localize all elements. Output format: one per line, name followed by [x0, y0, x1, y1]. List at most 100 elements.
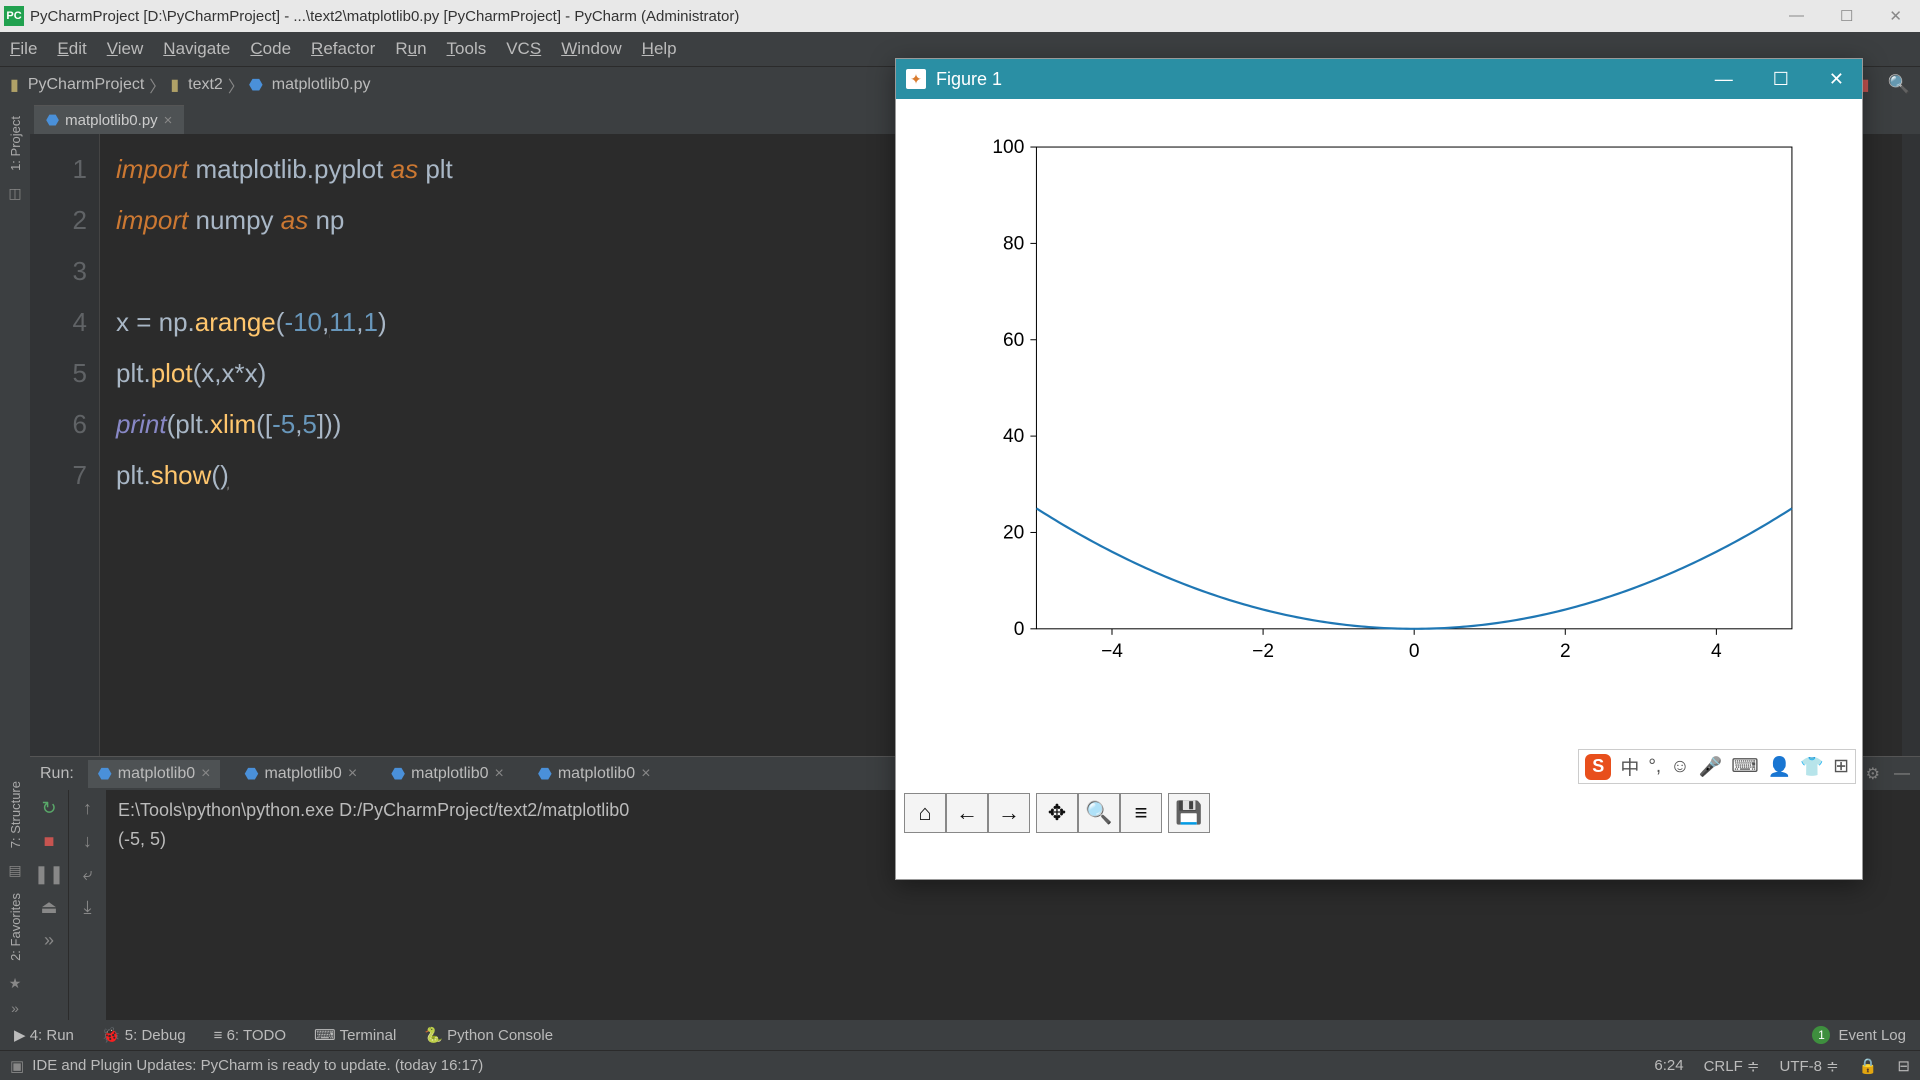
svg-text:60: 60	[1003, 330, 1024, 351]
window-titlebar: PC PyCharmProject [D:\PyCharmProject] - …	[0, 0, 1920, 32]
svg-text:40: 40	[1003, 426, 1024, 447]
figure-title: Figure 1	[936, 69, 1705, 90]
status-caret-pos: 6:24	[1654, 1057, 1683, 1074]
run-tab[interactable]: ⬣matplotlib0×	[381, 760, 514, 788]
toolwindow-icon[interactable]: ◫	[8, 185, 21, 202]
status-readonly-icon[interactable]: 🔒	[1859, 1057, 1878, 1075]
menu-window[interactable]: Window	[561, 39, 621, 59]
status-memory-icon[interactable]: ⊟	[1897, 1057, 1910, 1075]
figure-body: 020406080100−4−2024 S 中 °, ☺ 🎤 ⌨ 👤 👕 ⊞ ⌂…	[896, 99, 1862, 839]
svg-text:20: 20	[1003, 523, 1024, 544]
left-tool-strip: 1: Project ◫ 7: Structure ▤ 2: Favorites…	[0, 102, 30, 1020]
run-label: Run:	[40, 765, 74, 783]
ime-voice-icon[interactable]: 🎤	[1699, 755, 1723, 779]
editor-tab[interactable]: ⬣ matplotlib0.py ×	[34, 105, 184, 134]
svg-text:−4: −4	[1101, 641, 1123, 662]
mpl-back-icon[interactable]: ←	[946, 793, 988, 833]
ime-emoji-icon[interactable]: ☺	[1670, 756, 1689, 778]
ime-user-icon[interactable]: 👤	[1768, 755, 1792, 779]
toolwindow-structure[interactable]: 7: Structure	[8, 781, 23, 848]
status-lineend[interactable]: CRLF ≑	[1704, 1057, 1760, 1075]
toolwindow-terminal[interactable]: ⌨ Terminal	[314, 1026, 396, 1044]
toolwindow-run[interactable]: ▶ 4: Run	[14, 1026, 74, 1044]
menu-edit[interactable]: Edit	[57, 39, 86, 59]
svg-text:0: 0	[1409, 641, 1420, 662]
ime-punct-icon[interactable]: °,	[1648, 756, 1661, 778]
toolwindow-todo[interactable]: ≡ 6: TODO	[214, 1027, 286, 1044]
toolwindow-favorites[interactable]: 2: Favorites	[8, 893, 23, 961]
editor-right-gutter	[1902, 134, 1920, 756]
menu-run[interactable]: Run	[395, 39, 426, 59]
run-tab[interactable]: ⬣matplotlib0×	[88, 760, 221, 788]
statusbar-message: IDE and Plugin Updates: PyCharm is ready…	[32, 1057, 483, 1074]
svg-text:100: 100	[992, 137, 1024, 158]
stop-icon[interactable]: ■	[44, 831, 55, 852]
mpl-zoom-icon[interactable]: 🔍	[1078, 793, 1120, 833]
favorites-icon[interactable]: ★	[9, 975, 22, 992]
rerun-icon[interactable]: ↻	[41, 798, 56, 819]
close-icon[interactable]: ✕	[1889, 7, 1902, 25]
structure-icon[interactable]: ▤	[8, 862, 21, 879]
mpl-home-icon[interactable]: ⌂	[904, 793, 946, 833]
ime-toolbar[interactable]: S 中 °, ☺ 🎤 ⌨ 👤 👕 ⊞	[1578, 749, 1856, 784]
ime-skin-icon[interactable]: 👕	[1800, 755, 1824, 779]
menu-help[interactable]: Help	[642, 39, 677, 59]
expand-icon[interactable]: »	[44, 930, 54, 951]
breadcrumb-project[interactable]: PyCharmProject	[28, 76, 144, 94]
menu-refactor[interactable]: Refactor	[311, 39, 375, 59]
status-encoding[interactable]: UTF-8 ≑	[1779, 1057, 1838, 1075]
mpl-save-icon[interactable]: 💾	[1168, 793, 1210, 833]
toolwindow-debug[interactable]: 🐞 5: Debug	[102, 1026, 186, 1044]
exit-icon[interactable]: ⏏	[40, 897, 57, 918]
breadcrumb-file[interactable]: matplotlib0.py	[272, 76, 371, 94]
figure-close-icon[interactable]: ✕	[1829, 69, 1844, 90]
toolwindow-project[interactable]: 1: Project	[8, 116, 23, 171]
run-tab[interactable]: ⬣matplotlib0×	[234, 760, 367, 788]
figure-window[interactable]: ✦ Figure 1 — ☐ ✕ 020406080100−4−2024 S 中…	[895, 58, 1863, 880]
sogou-logo-icon[interactable]: S	[1585, 754, 1611, 780]
menu-view[interactable]: View	[107, 39, 144, 59]
minimize-icon[interactable]: —	[1789, 7, 1804, 25]
figure-minimize-icon[interactable]: —	[1715, 69, 1733, 90]
statusbar-menu-icon[interactable]: ▣	[10, 1057, 24, 1075]
chevron-right-icon: 〉	[228, 73, 244, 97]
up-icon[interactable]: ↑	[83, 798, 92, 819]
folder-icon: ▮	[10, 75, 19, 95]
close-tab-icon[interactable]: ×	[164, 112, 173, 129]
window-title: PyCharmProject [D:\PyCharmProject] - ...…	[30, 8, 1789, 25]
mpl-pan-icon[interactable]: ✥	[1036, 793, 1078, 833]
matplotlib-toolbar: ⌂ ← → ✥ 🔍 ≡ 💾	[904, 793, 1210, 833]
mpl-forward-icon[interactable]: →	[988, 793, 1030, 833]
mpl-configure-icon[interactable]: ≡	[1120, 793, 1162, 833]
bottom-tool-strip: ▶ 4: Run 🐞 5: Debug ≡ 6: TODO ⌨ Terminal…	[0, 1020, 1920, 1050]
ime-toolbox-icon[interactable]: ⊞	[1833, 755, 1849, 778]
expand-icon[interactable]: »	[11, 1000, 19, 1016]
run-tab[interactable]: ⬣matplotlib0×	[528, 760, 661, 788]
ime-keyboard-icon[interactable]: ⌨	[1731, 755, 1758, 778]
python-file-icon: ⬣	[249, 75, 263, 95]
python-file-icon: ⬣	[46, 111, 59, 129]
pause-icon[interactable]: ❚❚	[34, 864, 64, 885]
toolwindow-pyconsole[interactable]: 🐍 Python Console	[424, 1026, 553, 1044]
menu-vcs[interactable]: VCS	[506, 39, 541, 59]
figure-titlebar[interactable]: ✦ Figure 1 — ☐ ✕	[896, 59, 1862, 99]
maximize-icon[interactable]: ☐	[1840, 7, 1853, 25]
toolwindow-eventlog[interactable]: Event Log	[1838, 1027, 1906, 1044]
soft-wrap-icon[interactable]: ⤶	[82, 864, 92, 885]
menu-navigate[interactable]: Navigate	[163, 39, 230, 59]
scroll-to-end-icon[interactable]: ⤓	[84, 897, 92, 918]
gear-icon[interactable]: ⚙	[1866, 764, 1880, 784]
menu-tools[interactable]: Tools	[447, 39, 487, 59]
down-icon[interactable]: ↓	[83, 831, 92, 852]
svg-text:2: 2	[1560, 641, 1571, 662]
svg-text:0: 0	[1014, 619, 1025, 640]
svg-text:80: 80	[1003, 233, 1024, 254]
minimize-tool-icon[interactable]: —	[1894, 765, 1910, 783]
ime-lang[interactable]: 中	[1620, 753, 1639, 780]
search-icon[interactable]: 🔍	[1888, 74, 1910, 95]
matplotlib-icon: ✦	[906, 69, 926, 89]
figure-maximize-icon[interactable]: ☐	[1773, 69, 1789, 90]
menu-code[interactable]: Code	[250, 39, 291, 59]
breadcrumb-folder[interactable]: text2	[188, 76, 223, 94]
menu-file[interactable]: File	[10, 39, 37, 59]
